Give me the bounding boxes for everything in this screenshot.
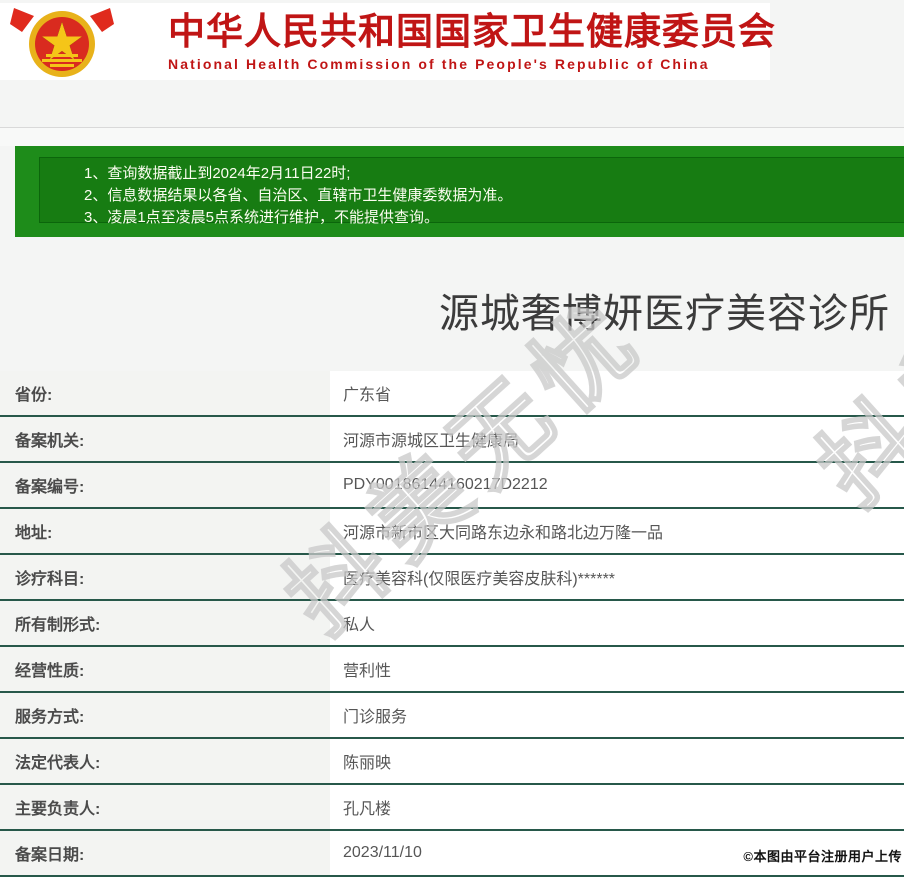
field-label: 所有制形式: bbox=[0, 601, 330, 645]
field-label: 备案编号: bbox=[0, 463, 330, 507]
header-text: 中华人民共和国国家卫生健康委员会 National Health Commiss… bbox=[168, 10, 776, 72]
table-row: 服务方式: 门诊服务 bbox=[0, 693, 904, 739]
field-label: 省份: bbox=[0, 371, 330, 415]
notice-line: 3、凌晨1点至凌晨5点系统进行维护，不能提供查询。 bbox=[84, 209, 440, 226]
field-label: 服务方式: bbox=[0, 693, 330, 737]
notice-line: 1、查询数据截止到2024年2月11日22时; bbox=[84, 165, 351, 182]
field-value: 陈丽映 bbox=[343, 755, 392, 772]
field-label: 备案机关: bbox=[0, 417, 330, 461]
field-value: 医疗美容科(仅限医疗美容皮肤科)****** bbox=[343, 571, 616, 588]
header-strip bbox=[0, 128, 904, 146]
field-label: 法定代表人: bbox=[0, 739, 330, 783]
table-row: 法定代表人: 陈丽映 bbox=[0, 739, 904, 785]
field-value: 河源市源城区卫生健康局 bbox=[343, 433, 520, 450]
site-header: 中华人民共和国国家卫生健康委员会 National Health Commiss… bbox=[0, 3, 775, 80]
field-label: 主要负责人: bbox=[0, 785, 330, 829]
record-table: 省份: 广东省 备案机关: 河源市源城区卫生健康局 备案编号: PDY00186… bbox=[0, 371, 904, 877]
field-label: 诊疗科目: bbox=[0, 555, 330, 599]
table-row: 省份: 广东省 bbox=[0, 371, 904, 417]
field-value: 私人 bbox=[343, 617, 376, 634]
field-value: 门诊服务 bbox=[343, 709, 408, 726]
table-row: 诊疗科目: 医疗美容科(仅限医疗美容皮肤科)****** bbox=[0, 555, 904, 601]
field-label: 地址: bbox=[0, 509, 330, 553]
table-row: 备案编号: PDY00186144160217D2212 bbox=[0, 463, 904, 509]
field-label: 备案日期: bbox=[0, 831, 330, 875]
table-row: 地址: 河源市新市区大同路东边永和路北边万隆一品 bbox=[0, 509, 904, 555]
site-title-en: National Health Commission of the People… bbox=[168, 55, 710, 72]
field-value: PDY00186144160217D2212 bbox=[343, 476, 548, 493]
image-credit-watermark: ©本图由平台注册用户上传 bbox=[743, 849, 902, 864]
field-value: 孔凡楼 bbox=[343, 801, 392, 818]
table-row: 主要负责人: 孔凡楼 bbox=[0, 785, 904, 831]
table-row: 所有制形式: 私人 bbox=[0, 601, 904, 647]
clinic-name-title: 源城奢博妍医疗美容诊所 bbox=[439, 292, 890, 336]
notice-box-inner: 1、查询数据截止到2024年2月11日22时; 2、信息数据结果以各省、自治区、… bbox=[39, 157, 904, 226]
notice-box: 1、查询数据截止到2024年2月11日22时; 2、信息数据结果以各省、自治区、… bbox=[15, 146, 904, 237]
site-title-cn: 中华人民共和国国家卫生健康委员会 bbox=[168, 10, 776, 52]
table-row: 备案机关: 河源市源城区卫生健康局 bbox=[0, 417, 904, 463]
table-row: 经营性质: 营利性 bbox=[0, 647, 904, 693]
field-label: 经营性质: bbox=[0, 647, 330, 691]
notice-line: 2、信息数据结果以各省、自治区、直辖市卫生健康委数据为准。 bbox=[84, 187, 513, 204]
national-emblem-icon bbox=[10, 7, 114, 77]
field-value: 营利性 bbox=[343, 663, 392, 680]
field-value: 河源市新市区大同路东边永和路北边万隆一品 bbox=[343, 525, 664, 542]
field-value: 广东省 bbox=[343, 387, 392, 404]
